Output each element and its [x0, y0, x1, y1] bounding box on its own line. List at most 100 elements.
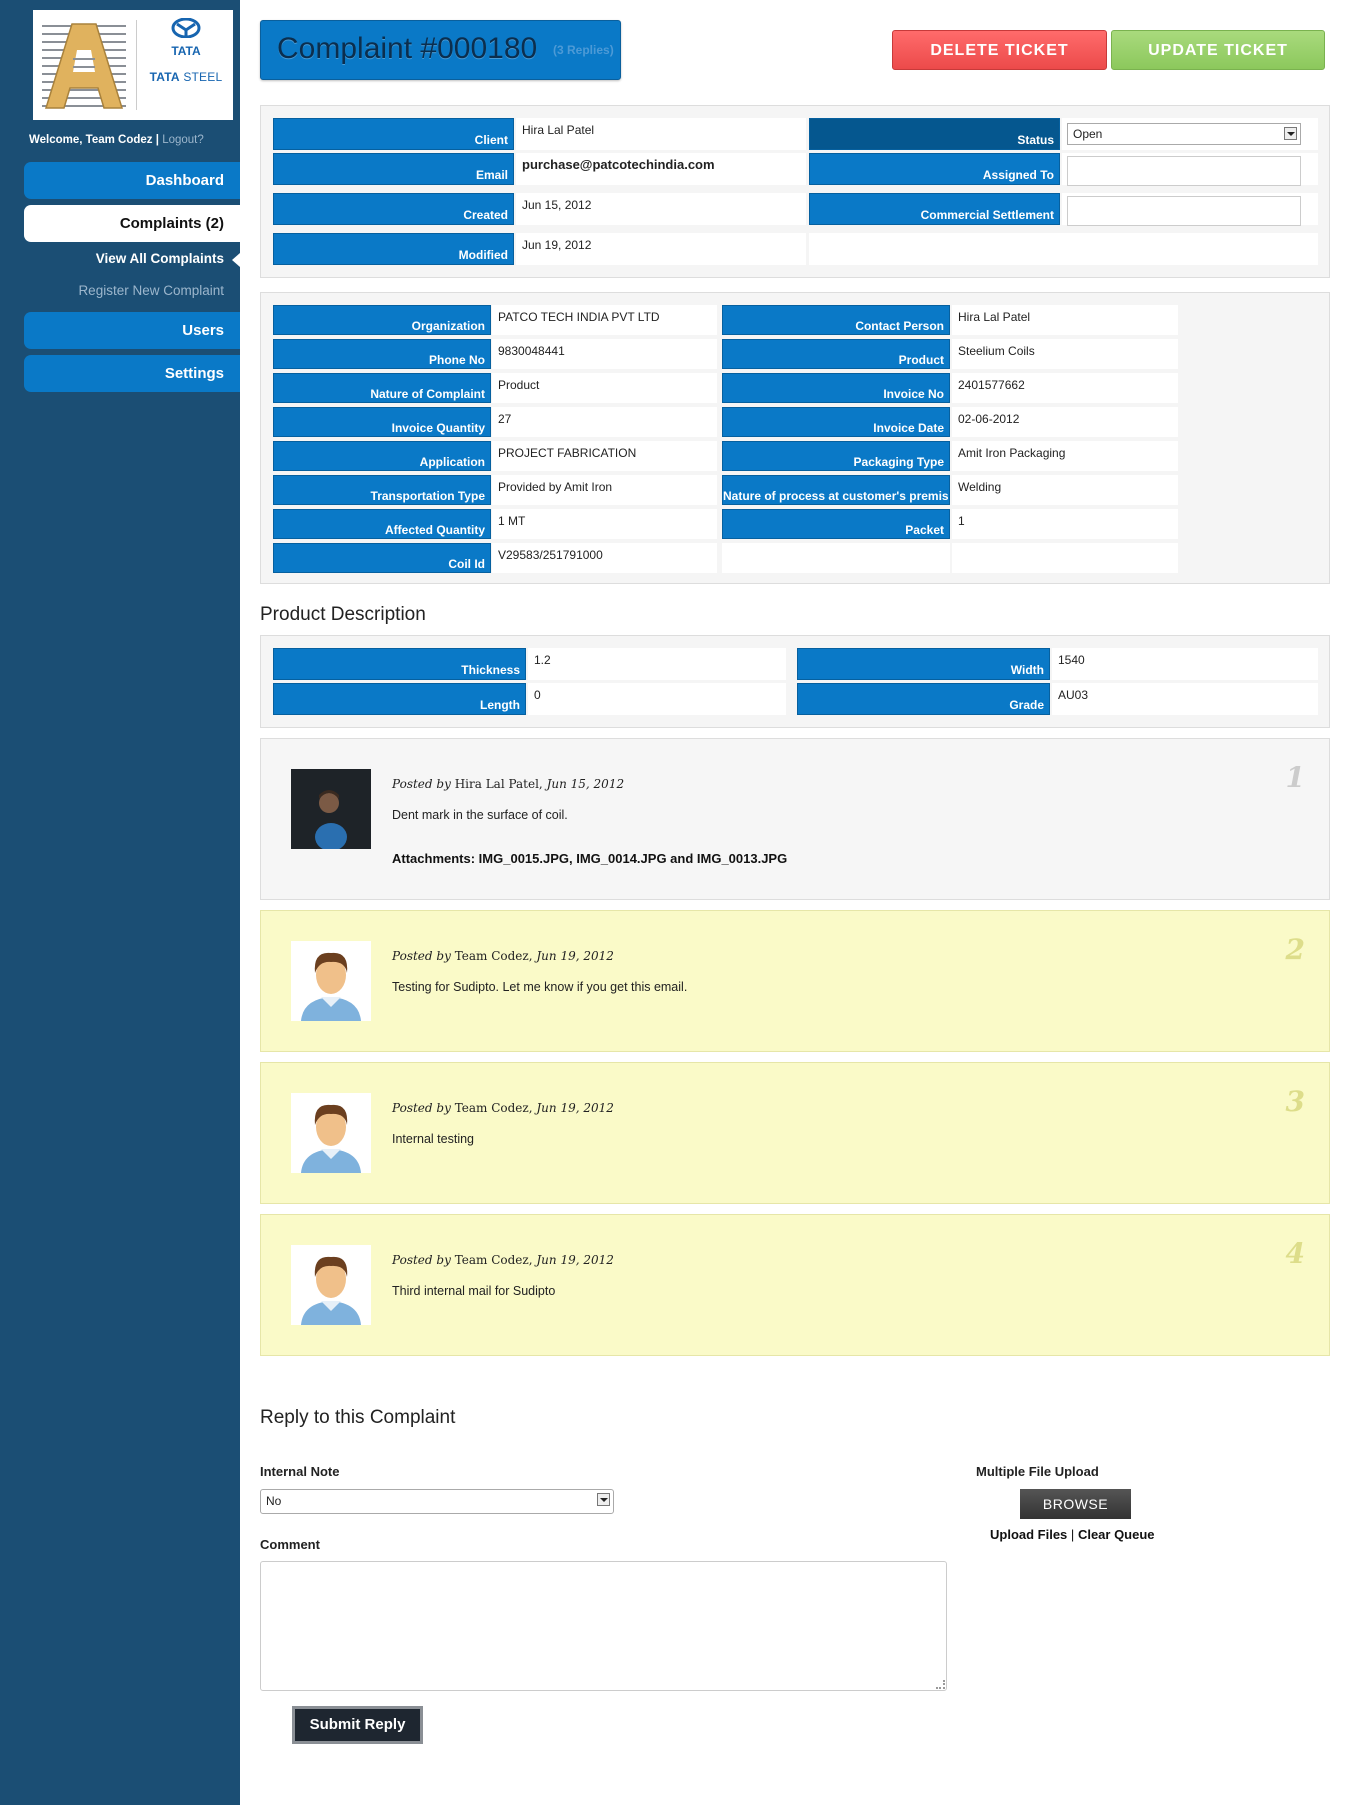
detail-label: Contact Person — [722, 305, 950, 335]
modified-value: Jun 19, 2012 — [516, 233, 806, 265]
detail-label: Nature of process at customer's premises — [722, 475, 950, 505]
post-number: 3 — [1285, 1085, 1305, 1118]
nav-settings[interactable]: Settings — [24, 355, 240, 392]
detail-value: Steelium Coils — [952, 339, 1178, 369]
update-ticket-button[interactable]: UPDATE TICKET — [1111, 30, 1325, 70]
male-user-avatar-icon — [291, 1245, 371, 1325]
empty-cell — [722, 543, 950, 573]
post-number: 1 — [1285, 761, 1305, 794]
chevron-down-icon — [597, 1493, 610, 1506]
post-body: Testing for Sudipto. Let me know if you … — [392, 980, 688, 994]
post-meta: Posted by Hira Lal Patel, Jun 15, 2012 — [392, 777, 625, 791]
reply-heading: Reply to this Complaint — [260, 1407, 456, 1428]
email-value: purchase@patcotechindia.com — [516, 153, 806, 185]
browse-button[interactable]: BROWSE — [1020, 1489, 1131, 1519]
post-body: Internal testing — [392, 1132, 474, 1146]
thickness-label: Thickness — [273, 648, 526, 680]
welcome-text: Welcome, Team Codez | Logout? — [29, 134, 204, 146]
length-label: Length — [273, 683, 526, 715]
complaint-details-panel: Organization PATCO TECH INDIA PVT LTD Phon… — [260, 292, 1330, 584]
reply-post: Posted by Team Codez, Jun 19, 2012 Testi… — [260, 910, 1330, 1052]
dark-user-avatar-icon — [291, 769, 371, 849]
post-attachments-link[interactable]: Attachments: IMG_0015.JPG, IMG_0014.JPG … — [392, 851, 787, 866]
subnav-view-all-complaints[interactable]: View All Complaints — [96, 251, 224, 266]
grade-value: AU03 — [1052, 683, 1318, 715]
detail-value: 1 MT — [492, 509, 717, 539]
detail-label: Invoice Quantity — [273, 407, 491, 437]
detail-label: Organization — [273, 305, 491, 335]
company-logo[interactable]: TATA TATA STEEL — [33, 10, 233, 120]
tata-wordmark: TATA — [171, 44, 201, 58]
reply-post: Posted by Team Codez, Jun 19, 2012 Third… — [260, 1214, 1330, 1356]
nav-complaints[interactable]: Complaints (2) — [24, 205, 240, 242]
client-label: Client — [273, 118, 514, 150]
clear-queue-link[interactable]: Clear Queue — [1078, 1527, 1155, 1542]
detail-value: Amit Iron Packaging — [952, 441, 1178, 471]
detail-label: Affected Quantity — [273, 509, 491, 539]
post-number: 4 — [1285, 1237, 1305, 1270]
logo-divider — [136, 20, 137, 110]
client-value: Hira Lal Patel — [516, 118, 806, 150]
grade-label: Grade — [797, 683, 1050, 715]
created-value: Jun 15, 2012 — [516, 193, 806, 225]
assigned-to-label: Assigned To — [809, 153, 1060, 185]
detail-value: V29583/251791000 — [492, 543, 717, 573]
width-value: 1540 — [1052, 648, 1318, 680]
detail-value: Hira Lal Patel — [952, 305, 1178, 335]
detail-value: Provided by Amit Iron — [492, 475, 717, 505]
male-user-avatar-icon — [291, 1093, 371, 1173]
comment-label: Comment — [260, 1537, 320, 1552]
detail-value: 9830048441 — [492, 339, 717, 369]
nav-dashboard[interactable]: Dashboard — [24, 162, 240, 199]
created-label: Created — [273, 193, 514, 225]
chevron-down-icon — [1284, 127, 1297, 140]
page-title: Complaint #000180 — [277, 32, 538, 65]
subnav-register-new-complaint[interactable]: Register New Complaint — [78, 283, 224, 298]
commercial-settlement-input[interactable] — [1067, 196, 1301, 226]
upload-files-link[interactable]: Upload Files — [990, 1527, 1067, 1542]
assigned-to-input[interactable] — [1067, 156, 1301, 186]
tata-emblem-icon — [171, 17, 201, 39]
detail-value: 1 — [952, 509, 1178, 539]
detail-label: Phone No — [273, 339, 491, 369]
detail-label: Product — [722, 339, 950, 369]
email-label: Email — [273, 153, 514, 185]
logout-link[interactable]: Logout? — [162, 134, 204, 146]
reply-post: Posted by Hira Lal Patel, Jun 15, 2012 D… — [260, 738, 1330, 900]
detail-value: 27 — [492, 407, 717, 437]
reply-count: (3 Replies) — [553, 43, 614, 57]
complaint-title-box: Complaint #000180 (3 Replies) — [260, 20, 621, 80]
detail-value: 02-06-2012 — [952, 407, 1178, 437]
logo-a-emblem-icon — [42, 20, 126, 112]
post-meta: Posted by Team Codez, Jun 19, 2012 — [392, 1101, 614, 1115]
tata-steel-wordmark: TATA STEEL — [149, 70, 223, 84]
upload-links: Upload Files | Clear Queue — [990, 1527, 1155, 1542]
detail-label: Packet — [722, 509, 950, 539]
status-select[interactable]: Open — [1067, 123, 1301, 145]
detail-label: Invoice No — [722, 373, 950, 403]
detail-value: Welding — [952, 475, 1178, 505]
width-label: Width — [797, 648, 1050, 680]
nav-users[interactable]: Users — [24, 312, 240, 349]
thickness-value: 1.2 — [528, 648, 786, 680]
male-user-avatar-icon — [291, 941, 371, 1021]
detail-label: Packaging Type — [722, 441, 950, 471]
detail-value: PATCO TECH INDIA PVT LTD — [492, 305, 717, 335]
internal-note-select[interactable]: No — [260, 1489, 614, 1514]
comment-textarea[interactable] — [260, 1561, 947, 1691]
empty-cell — [952, 543, 1178, 573]
internal-note-label: Internal Note — [260, 1464, 340, 1479]
detail-label: Invoice Date — [722, 407, 950, 437]
post-body: Third internal mail for Sudipto — [392, 1284, 556, 1298]
status-label: Status — [809, 118, 1060, 150]
multiple-file-upload-label: Multiple File Upload — [976, 1464, 1099, 1479]
active-item-arrow-icon — [232, 253, 240, 267]
detail-label: Nature of Complaint — [273, 373, 491, 403]
product-description-panel: Thickness 1.2 Length 0 Width 1540 Grade … — [260, 635, 1330, 728]
detail-value: 2401577662 — [952, 373, 1178, 403]
detail-label: Coil Id — [273, 543, 491, 573]
submit-reply-button[interactable]: Submit Reply — [292, 1706, 423, 1744]
delete-ticket-button[interactable]: DELETE TICKET — [892, 30, 1107, 70]
resize-handle-icon[interactable] — [936, 1680, 945, 1689]
detail-value: Product — [492, 373, 717, 403]
